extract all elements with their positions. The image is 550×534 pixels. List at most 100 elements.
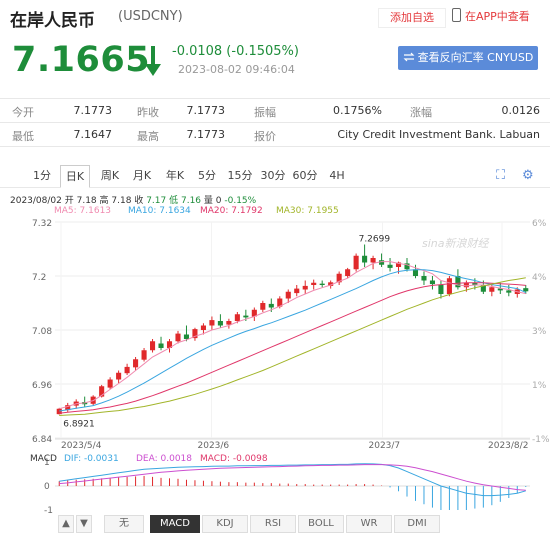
min-annotation: 6.8921 [63,420,95,430]
candle-body [463,282,469,288]
page-title: 在岸人民币 [10,11,95,31]
kline-open: 开 7.18 [64,196,97,206]
sub-tab[interactable]: DMI [394,515,440,533]
macd-value: MACD: -0.0098 [200,454,268,464]
y-tick-label: 7.08 [32,327,52,337]
reverse-rate-button[interactable]: 查看反向汇率 CNYUSD [398,46,538,70]
sub-tab-active[interactable]: MACD [150,515,200,533]
candle-body [429,280,435,285]
scroll-down-button[interactable]: ▼ [76,515,92,533]
candle-body [294,288,300,294]
divider [0,98,550,99]
y-tick-label: 7.2 [32,273,46,283]
stat-value: 7.1773 [186,128,226,141]
candle-body [285,291,291,299]
x-tick-label: 2023/5/4 [61,441,102,451]
stat-label: 涨幅 [410,106,432,119]
open-in-app-button[interactable]: 在APP中查看 [452,8,542,26]
stat-label: 今开 [12,106,34,119]
sub-tab[interactable]: RSI [250,515,296,533]
macd-name: MACD [30,454,57,464]
candle-body [438,285,444,294]
candle-body [345,269,351,276]
pct-tick-label: 3% [532,327,547,337]
add-favorite-button[interactable]: 添加自选 [378,8,446,28]
candle-body [175,333,181,342]
kline-high: 高 7.18 [99,196,132,206]
macd-dif-line [59,463,526,497]
candle-body [387,264,393,268]
sub-tab[interactable]: WR [346,515,392,533]
x-tick-label: 2023/8/2 [488,441,528,451]
tab-period[interactable]: 1分 [28,165,56,187]
tab-period[interactable]: 30分 [259,165,287,187]
stat-label: 振幅 [254,106,276,119]
kline-close-label: 收 [134,196,144,206]
pct-tick-label: 4% [532,273,547,283]
swap-icon [403,52,415,62]
tab-period[interactable]: 60分 [291,165,319,187]
sub-tab[interactable]: BOLL [298,515,344,533]
candle-body [243,315,249,318]
candle-body [183,334,190,339]
candle-body [116,372,122,380]
candle-body [209,320,215,326]
candle-body [489,287,495,292]
phone-icon [452,8,461,22]
candle-body [260,303,266,310]
kline-date: 2023/08/02 [10,196,62,206]
macd-dif: DIF: -0.0031 [64,454,119,464]
max-annotation: 7.2699 [359,235,391,245]
stat-label: 昨收 [137,106,159,119]
pct-tick-label: 1% [532,381,547,391]
tab-period[interactable]: 月K [128,165,156,187]
ma10-line [59,269,527,412]
stat-value: 7.1773 [186,104,226,117]
candle-body [506,290,512,293]
scroll-up-button[interactable]: ▲ [58,515,74,533]
tab-period[interactable]: 年K [161,165,189,187]
y-tick-label: 6.96 [32,381,52,391]
fullscreen-icon[interactable]: ⛶ [496,168,505,183]
header-bar: 在岸人民币 (USDCNY) 添加自选 在APP中查看 [0,0,550,32]
candle-body [141,350,147,360]
stat-value: 0.1756% [333,104,382,117]
tab-period[interactable]: 15分 [226,165,254,187]
macd-tick-label: 0 [44,482,50,492]
stat-label: 报价 [254,130,276,143]
current-price: 7.1665 [12,40,151,80]
candle-body [319,283,325,285]
candle-body [379,260,385,265]
candlestick-chart[interactable]: sina新浪财经 7.32 6% 7.2 4% 7.08 3% 6.96 1% 6.84 -1% 2… [0,214,550,514]
price-change: -0.0108 (-0.1505%) [172,44,299,59]
stat-value: 7.1647 [73,128,113,141]
candle-body [353,255,359,270]
candle-body [302,285,308,290]
candle-body [446,278,452,294]
macd-tick-label: -1 [44,506,53,514]
ma30-line [59,277,526,416]
candle-body [200,325,206,330]
tab-period[interactable]: 4H [323,165,351,187]
kline-low: 低 7.16 [169,196,202,206]
macd-dea: DEA: 0.0018 [136,454,192,464]
pct-tick-label: -1% [532,435,550,445]
pct-tick-label: 6% [532,219,547,229]
tab-period[interactable]: 周K [96,165,124,187]
y-tick-label: 6.84 [32,435,52,445]
x-tick-label: 2023/7 [369,441,401,451]
sub-tab[interactable]: KDJ [202,515,248,533]
candle-body [421,276,427,281]
y-tick-label: 7.32 [32,219,52,229]
candle-body [523,288,529,292]
tab-period-active[interactable]: 日K [60,165,90,188]
divider [0,122,550,123]
candle-body [268,303,274,308]
kline-close: 7.17 [146,196,167,206]
stat-label: 最高 [137,130,159,143]
sub-tab[interactable]: 无 [104,515,144,533]
tab-period[interactable]: 5分 [193,165,221,187]
reverse-rate-label: 查看反向汇率 CNYUSD [417,51,534,64]
stat-value: 7.1773 [73,104,113,117]
settings-icon[interactable]: ⚙ [522,168,534,183]
